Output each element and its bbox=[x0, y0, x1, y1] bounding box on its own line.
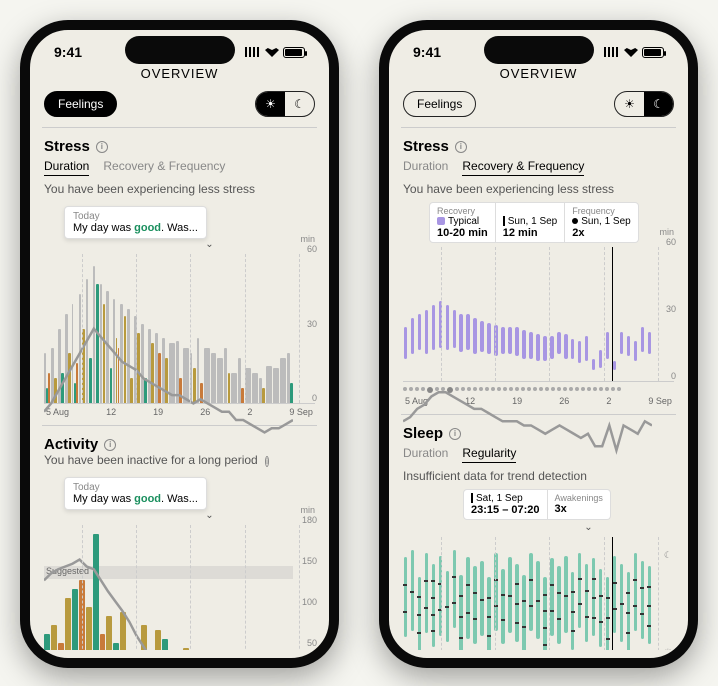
tab-duration[interactable]: Duration bbox=[403, 446, 448, 463]
stress-chart[interactable]: min 60 30 0 bbox=[44, 254, 315, 404]
battery-icon bbox=[283, 47, 305, 58]
notch bbox=[125, 36, 235, 64]
highlight-line bbox=[612, 247, 613, 381]
signal-icon bbox=[604, 47, 620, 57]
notch bbox=[484, 36, 594, 64]
wifi-icon bbox=[624, 47, 638, 57]
chevron-down-icon: ⌄ bbox=[104, 239, 315, 250]
activity-card: Activity i You have been inactive for a … bbox=[42, 425, 317, 650]
sleep-card: Sleep i Duration Regularity Insufficient… bbox=[401, 414, 676, 650]
moon-icon: ☾ bbox=[664, 550, 672, 561]
stress-recovery-chart[interactable]: min 60 30 0 bbox=[403, 247, 674, 382]
sun-icon: ☀ bbox=[664, 647, 672, 650]
status-time: 9:41 bbox=[413, 44, 441, 60]
highlight-line bbox=[612, 537, 613, 650]
sleep-subtext: Insufficient data for trend detection bbox=[403, 469, 674, 483]
feelings-button[interactable]: Feelings bbox=[44, 91, 117, 117]
stress-card: Stress i Duration Recovery & Frequency Y… bbox=[401, 127, 676, 414]
stress-title: Stress bbox=[44, 138, 90, 155]
info-icon[interactable]: i bbox=[96, 141, 108, 153]
phone-left: 9:41 OVERVIEW Feelings ☀ ☾ Stress i Dura… bbox=[20, 20, 339, 668]
stress-subtext: You have been experiencing less stress bbox=[44, 182, 315, 196]
stress-title: Stress bbox=[403, 138, 449, 155]
stress-card: Stress i Duration Recovery & Frequency Y… bbox=[42, 127, 317, 425]
stress-tooltip: Today My day was good. Was... bbox=[64, 206, 207, 239]
tab-regularity[interactable]: Regularity bbox=[462, 446, 516, 463]
sun-icon[interactable]: ☀ bbox=[256, 92, 285, 116]
moon-icon[interactable]: ☾ bbox=[285, 92, 314, 116]
wifi-icon bbox=[265, 47, 279, 57]
feelings-button[interactable]: Feelings bbox=[403, 91, 476, 117]
tab-duration[interactable]: Duration bbox=[44, 159, 89, 176]
stress-x-axis: 5 Aug 12 19 26 2 9 Sep bbox=[44, 407, 315, 417]
day-night-toggle[interactable]: ☀ ☾ bbox=[255, 91, 315, 117]
chevron-down-icon: ⌄ bbox=[104, 510, 315, 521]
page-title: OVERVIEW bbox=[401, 66, 676, 81]
sleep-title: Sleep bbox=[403, 425, 443, 442]
info-icon[interactable]: i bbox=[265, 456, 269, 467]
tab-duration[interactable]: Duration bbox=[403, 159, 448, 176]
stress-tooltip: Recovery Typical 10-20 min Sun, 1 Sep 12… bbox=[429, 202, 674, 243]
info-icon[interactable]: i bbox=[104, 439, 116, 451]
phone-right: 9:41 OVERVIEW Feelings ☀ ☾ Stress i Dura… bbox=[379, 20, 698, 668]
info-icon[interactable]: i bbox=[449, 428, 461, 440]
tab-recovery-frequency[interactable]: Recovery & Frequency bbox=[103, 159, 225, 176]
battery-icon bbox=[642, 47, 664, 58]
sleep-tooltip: Sat, 1 Sep 23:15 – 07:20 Awakenings 3x bbox=[463, 489, 674, 520]
activity-tooltip: Today My day was good. Was... bbox=[64, 477, 207, 510]
day-night-toggle[interactable]: ☀ ☾ bbox=[614, 91, 674, 117]
activity-chart[interactable]: min 180 150 100 50 0 Suggested bbox=[44, 525, 315, 650]
moon-icon[interactable]: ☾ bbox=[644, 92, 673, 116]
signal-icon bbox=[245, 47, 261, 57]
info-icon[interactable]: i bbox=[455, 141, 467, 153]
activity-title: Activity bbox=[44, 436, 98, 453]
tab-recovery-frequency[interactable]: Recovery & Frequency bbox=[462, 159, 584, 176]
sleep-chart[interactable]: ☾ ☀ bbox=[403, 537, 674, 650]
chevron-down-icon: ⌄ bbox=[503, 522, 674, 533]
page-title: OVERVIEW bbox=[42, 66, 317, 81]
stress-x-axis: 5 Aug 12 19 26 2 9 Sep bbox=[403, 396, 674, 406]
sun-icon[interactable]: ☀ bbox=[615, 92, 644, 116]
stress-subtext: You have been experiencing less stress bbox=[403, 182, 674, 196]
status-time: 9:41 bbox=[54, 44, 82, 60]
